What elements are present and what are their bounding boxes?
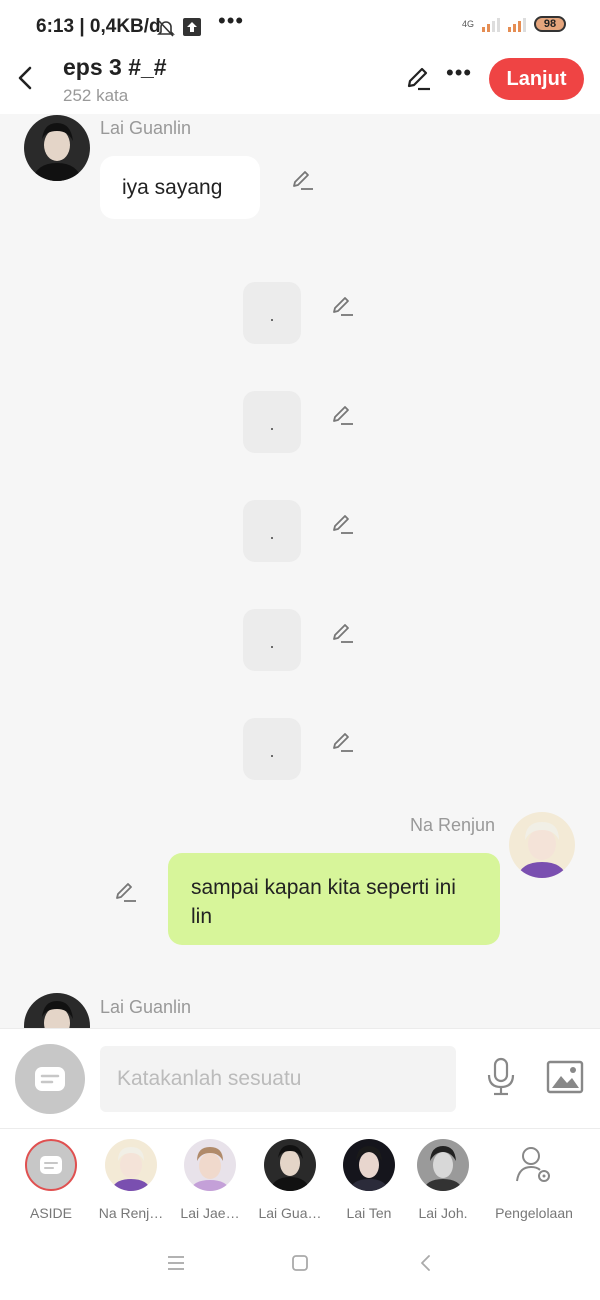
character-label: Na Renj… — [98, 1205, 164, 1221]
image-button[interactable] — [546, 1059, 584, 1095]
next-button[interactable]: Lanjut — [489, 58, 584, 100]
menu-icon — [168, 1256, 184, 1270]
avatar — [105, 1139, 157, 1191]
image-icon — [546, 1060, 584, 1094]
edit-message-button[interactable] — [113, 880, 137, 904]
pencil-icon — [293, 171, 313, 190]
chat-area[interactable]: Lai Guanlin iya sayang . . . . . Na Renj… — [0, 114, 600, 1028]
avatar — [343, 1139, 395, 1191]
aside-toggle-button[interactable] — [15, 1044, 85, 1114]
status-time: 6:13 | 0,4KB/d — [36, 16, 161, 37]
message-icon — [35, 1067, 65, 1091]
net-speed: | 0,4KB/d — [79, 16, 161, 37]
pencil-icon — [333, 297, 353, 316]
character-management[interactable]: Pengelolaan — [488, 1139, 580, 1221]
message-input[interactable] — [100, 1046, 456, 1112]
speaker-name: Na Renjun — [410, 815, 496, 835]
signal-icon — [482, 16, 500, 32]
upload-icon — [183, 18, 201, 41]
home-nav-button[interactable] — [291, 1254, 309, 1277]
message-icon — [40, 1156, 62, 1174]
avatar — [264, 1139, 316, 1191]
character-label: ASIDE — [29, 1205, 72, 1221]
edit-message-button[interactable] — [290, 168, 314, 192]
character-lai-jae[interactable]: Lai Jae… — [170, 1139, 250, 1221]
avatar — [184, 1139, 236, 1191]
aside-bubble[interactable]: . — [243, 718, 301, 780]
input-bar — [0, 1028, 600, 1128]
back-nav-button[interactable] — [418, 1254, 434, 1277]
page-title[interactable]: eps 3 #_# — [63, 54, 167, 81]
pencil-icon — [333, 733, 353, 752]
character-lai-guanlin[interactable]: Lai Gua… — [250, 1139, 330, 1221]
speaker-name: Lai Guanlin — [100, 118, 192, 138]
message-bubble[interactable]: sampai kapan kita seperti ini lin — [168, 853, 500, 945]
status-indicators: 4G 98 — [462, 16, 566, 32]
square-icon — [292, 1255, 308, 1271]
more-options-button[interactable]: ••• — [446, 60, 472, 86]
character-label: Pengelolaan — [495, 1205, 573, 1221]
character-lai-ten[interactable]: Lai Ten — [329, 1139, 409, 1221]
back-button[interactable] — [12, 60, 40, 96]
status-bar: 6:13 | 0,4KB/d ••• 4G 98 — [0, 0, 600, 56]
character-na-renjun[interactable]: Na Renj… — [91, 1139, 171, 1221]
character-bar: ASIDE Na Renj… Lai Jae… Lai Gua… Lai Ten… — [0, 1128, 600, 1228]
edit-message-button[interactable] — [330, 621, 354, 645]
edit-message-button[interactable] — [330, 730, 354, 754]
pencil-icon — [333, 624, 353, 643]
character-aside[interactable]: ASIDE — [11, 1139, 91, 1221]
character-label: Lai Gua… — [258, 1205, 322, 1221]
system-nav-bar — [0, 1228, 600, 1300]
message-bubble[interactable]: iya sayang — [100, 156, 260, 219]
user-settings-icon — [508, 1139, 560, 1191]
pencil-icon — [333, 515, 353, 534]
aside-avatar — [25, 1139, 77, 1191]
character-label: Lai Ten — [346, 1205, 392, 1221]
pencil-icon — [116, 883, 136, 902]
bell-off-icon — [156, 18, 176, 43]
edit-message-button[interactable] — [330, 294, 354, 318]
edit-message-button[interactable] — [330, 512, 354, 536]
avatar-na-renjun[interactable] — [509, 812, 575, 878]
chevron-left-icon — [18, 66, 32, 90]
microphone-button[interactable] — [484, 1057, 518, 1097]
avatar-lai-guanlin[interactable] — [24, 993, 90, 1028]
pencil-icon — [407, 67, 430, 91]
signal-icon-2 — [508, 16, 526, 32]
menu-nav-button[interactable] — [166, 1254, 186, 1277]
aside-bubble[interactable]: . — [243, 609, 301, 671]
word-count: 252 kata — [63, 86, 129, 105]
aside-bubble[interactable]: . — [243, 500, 301, 562]
status-more-icon: ••• — [218, 8, 245, 33]
battery-indicator: 98 — [534, 16, 566, 32]
edit-message-button[interactable] — [330, 403, 354, 427]
chat-header: eps 3 #_# 252 kata ••• Lanjut — [0, 50, 600, 114]
pencil-icon — [333, 406, 353, 425]
edit-title-button[interactable] — [404, 64, 432, 92]
speaker-name: Lai Guanlin — [100, 997, 192, 1017]
avatar — [417, 1139, 469, 1191]
aside-bubble[interactable]: . — [243, 391, 301, 453]
character-label: Lai Jae… — [180, 1205, 240, 1221]
chevron-left-icon — [421, 1255, 430, 1271]
microphone-icon — [487, 1057, 515, 1096]
avatar-lai-guanlin[interactable] — [24, 115, 90, 181]
character-label: Lai Joh. — [418, 1205, 468, 1221]
aside-bubble[interactable]: . — [243, 282, 301, 344]
character-lai-joh[interactable]: Lai Joh. — [403, 1139, 483, 1221]
network-type: 4G — [461, 19, 474, 29]
